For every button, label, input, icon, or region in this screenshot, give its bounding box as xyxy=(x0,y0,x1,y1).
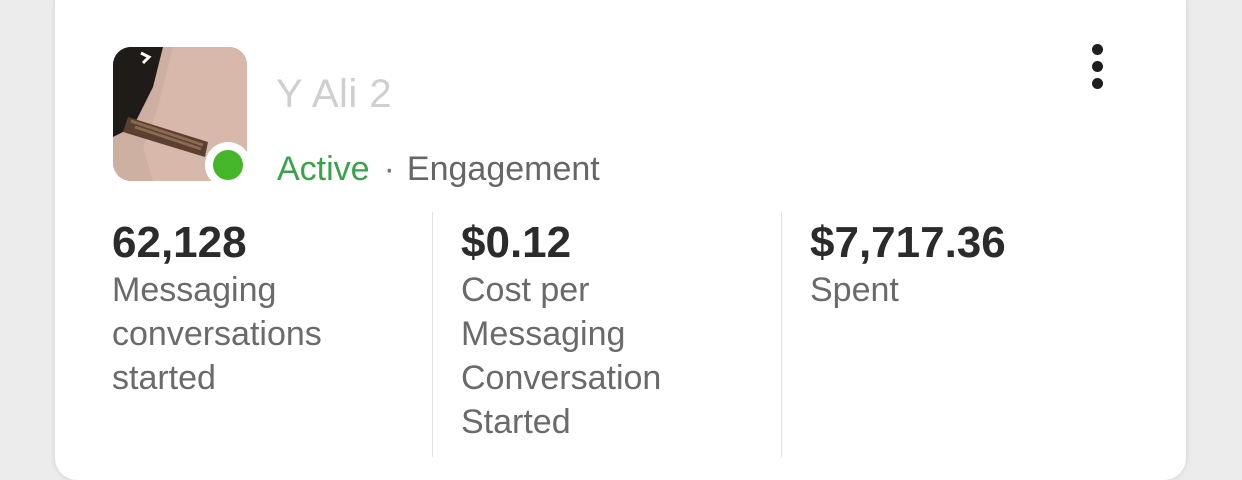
metric-label: Messaging conversations started xyxy=(112,271,322,397)
metric-value: 62,128 xyxy=(112,218,247,267)
status-indicator-dot xyxy=(205,142,251,188)
metric-cost-per-conversation: $0.12 Cost per Messaging Conversation St… xyxy=(461,212,761,444)
metric-value: $7,717.36 xyxy=(810,218,1006,267)
status-label: Active xyxy=(277,150,370,188)
campaign-name: Y Ali 2 xyxy=(276,72,393,116)
metric-divider xyxy=(781,212,782,457)
more-vertical-icon xyxy=(1092,44,1103,55)
more-vertical-icon-dot xyxy=(1092,61,1103,72)
metric-divider xyxy=(432,212,433,457)
metric-messaging-conversations: 62,128 Messaging conversations started xyxy=(112,212,412,400)
metric-label: Spent xyxy=(810,271,899,309)
status-separator: · xyxy=(383,150,395,188)
objective-label: Engagement xyxy=(406,150,600,188)
more-vertical-icon-dot xyxy=(1092,78,1103,89)
more-options-button[interactable] xyxy=(1080,42,1114,92)
metric-amount-spent: $7,717.36 Spent xyxy=(810,212,1110,312)
metric-value: $0.12 xyxy=(461,218,572,267)
metric-label: Cost per Messaging Conversation Started xyxy=(461,271,662,441)
campaign-status-row: Active · Engagement xyxy=(277,150,600,189)
